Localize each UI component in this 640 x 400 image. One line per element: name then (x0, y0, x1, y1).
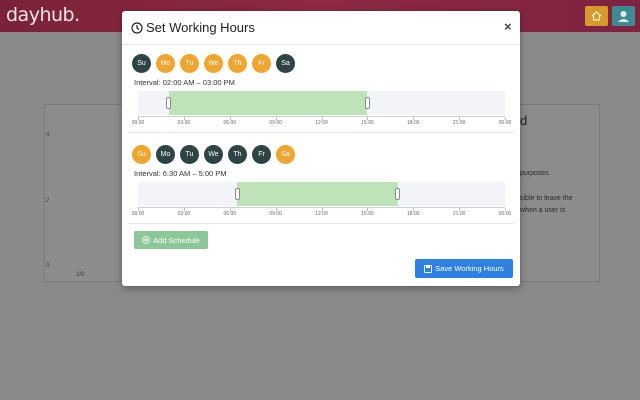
day-toggle-tuesday[interactable]: Tu (180, 54, 199, 73)
range-start-handle[interactable] (166, 97, 172, 109)
add-schedule-button[interactable]: Add Schedule (134, 231, 208, 249)
scale-tick-label: 00:00 (131, 120, 145, 126)
day-toggle-sunday[interactable]: Su (132, 54, 151, 73)
save-working-hours-button[interactable]: Save Working Hours (415, 259, 513, 278)
close-icon[interactable]: × (504, 19, 512, 34)
day-toggle-wednesday[interactable]: We (204, 145, 223, 164)
scale-tick-label: 21:00 (452, 211, 466, 217)
day-toggle-saturday[interactable]: Sa (276, 145, 295, 164)
scale-tick-label: 00:00 (498, 211, 512, 217)
user-icon (618, 11, 629, 22)
info-text-line: sible to leave the (520, 195, 573, 202)
background-chart-card (44, 104, 124, 282)
range-end-handle[interactable] (364, 97, 370, 109)
day-toggle-saturday[interactable]: Sa (276, 54, 295, 73)
divider (128, 132, 514, 133)
selected-range (168, 91, 368, 115)
day-toggle-thursday[interactable]: Th (228, 54, 247, 73)
scale-tick-label: 12:00 (315, 211, 328, 217)
scale-tick-label: 00:00 (498, 120, 512, 126)
time-range-slider[interactable] (138, 182, 505, 206)
background-info-card (510, 104, 600, 282)
info-text-line: purposes (520, 170, 549, 177)
scale-tick-label: 12:00 (315, 120, 328, 126)
day-toggle-thursday[interactable]: Th (228, 145, 247, 164)
scale-tick-label: 06:00 (223, 120, 237, 126)
modal-header: Set Working Hours × (122, 11, 520, 45)
day-toggle-wednesday[interactable]: We (204, 54, 223, 73)
day-toggle-friday[interactable]: Fr (252, 145, 271, 164)
plus-circle-icon (142, 236, 150, 244)
day-toggle-monday[interactable]: Mo (156, 145, 175, 164)
clock-icon (131, 22, 143, 34)
save-icon (424, 264, 433, 273)
time-range-slider[interactable] (138, 91, 505, 115)
scale-tick-label: 09:00 (269, 211, 282, 217)
scale-tick-label: 09:00 (269, 120, 282, 126)
home-icon (591, 11, 602, 21)
info-heading: d (520, 113, 528, 128)
interval-label: Interval: 02:00 AM – 03:00 PM (134, 78, 235, 87)
divider (128, 223, 514, 224)
time-scale: 00:00 03:00 06:00 09:00 12:00 15:00 18:00 21:00… (132, 116, 511, 126)
chart-x-label: 2/9 (76, 272, 85, 278)
modal-title: Set Working Hours (146, 20, 255, 35)
add-schedule-label: Add Schedule (153, 235, 200, 245)
home-button[interactable] (585, 6, 608, 26)
scale-tick-label: 18:00 (406, 211, 420, 217)
range-end-handle[interactable] (395, 188, 401, 200)
day-toggle-monday[interactable]: Mo (156, 54, 175, 73)
save-label: Save Working Hours (435, 264, 504, 273)
interval-label: Interval: 6:30 AM – 5:00 PM (134, 169, 227, 178)
scale-tick-label: 15:00 (361, 211, 374, 217)
time-scale: 00:00 03:00 06:00 09:00 12:00 15:00 18:00 21:00… (132, 207, 511, 217)
info-text-line: when a user is (520, 207, 566, 214)
scale-tick-label: 18:00 (406, 120, 420, 126)
chart-axis-label: 0 (46, 263, 50, 269)
chart-axis-label: 4 (46, 132, 50, 138)
scale-tick-label: 03:00 (177, 211, 191, 217)
day-toggle-tuesday[interactable]: Tu (180, 145, 199, 164)
day-toggle-friday[interactable]: Fr (252, 54, 271, 73)
scale-tick-label: 21:00 (452, 120, 466, 126)
day-toggle-sunday[interactable]: Su (132, 145, 151, 164)
selected-range (237, 182, 398, 206)
scale-tick-label: 00:00 (131, 211, 145, 217)
scale-tick-label: 03:00 (177, 120, 191, 126)
chart-axis-label: 2 (46, 198, 50, 204)
scale-tick-label: 06:00 (223, 211, 237, 217)
working-hours-modal: Set Working Hours × Su Mo Tu We Th Fr Sa… (122, 11, 520, 286)
scale-tick-label: 15:00 (361, 120, 374, 126)
app-logo[interactable]: dayhub. (6, 4, 80, 26)
range-start-handle[interactable] (234, 188, 240, 200)
user-button[interactable] (612, 6, 635, 26)
